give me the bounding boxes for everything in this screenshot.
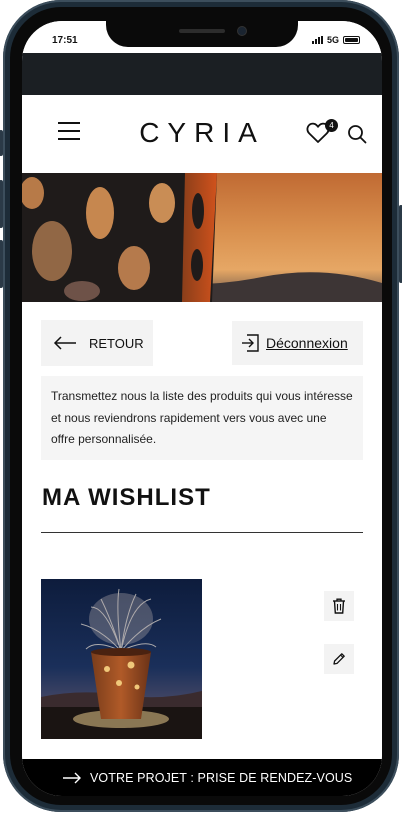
notch — [106, 21, 298, 47]
page-title: MA WISHLIST — [42, 484, 211, 511]
trash-icon — [333, 598, 345, 614]
top-banner — [22, 53, 382, 95]
status-time: 17:51 — [52, 35, 78, 46]
logout-button-label: Déconnexion — [266, 335, 348, 351]
battery-icon — [343, 36, 360, 44]
delete-button[interactable] — [324, 591, 354, 621]
brand-logo[interactable]: CYRIA — [132, 117, 272, 149]
product-image[interactable] — [41, 579, 202, 739]
status-indicators: 5G — [311, 35, 360, 45]
back-button-label: RETOUR — [89, 335, 144, 351]
logout-button[interactable]: Déconnexion — [232, 321, 363, 365]
edit-button[interactable] — [324, 644, 354, 674]
signal-icon — [311, 36, 323, 44]
status-bar: 17:51 5G — [22, 21, 382, 53]
arrow-right-icon — [63, 772, 81, 783]
network-label: 5G — [326, 35, 339, 45]
pencil-icon — [333, 653, 345, 665]
mute-switch — [0, 130, 3, 156]
wishlist-button[interactable]: 4 — [306, 119, 338, 146]
speaker — [179, 29, 225, 33]
menu-icon[interactable] — [58, 122, 80, 144]
arrow-left-icon — [53, 336, 76, 350]
search-button[interactable] — [347, 124, 367, 144]
back-button[interactable]: RETOUR — [41, 320, 153, 366]
search-icon — [348, 125, 367, 144]
volume-down-button — [0, 240, 3, 288]
logout-icon — [242, 334, 259, 352]
site-header: CYRIA 4 — [22, 95, 382, 173]
wishlist-count-badge: 4 — [325, 119, 338, 132]
front-camera — [238, 27, 246, 35]
volume-up-button — [0, 180, 3, 228]
appointment-cta-label: VOTRE PROJET : PRISE DE RENDEZ-VOUS — [90, 770, 353, 785]
info-message: Transmettez nous la liste des produits q… — [41, 376, 363, 460]
hero-banner-image — [22, 173, 382, 302]
appointment-cta[interactable]: VOTRE PROJET : PRISE DE RENDEZ-VOUS — [22, 759, 382, 796]
title-divider — [41, 532, 363, 533]
screen: 17:51 5G CYRIA 4 RETOUR Déconnexion Tran… — [22, 21, 382, 796]
